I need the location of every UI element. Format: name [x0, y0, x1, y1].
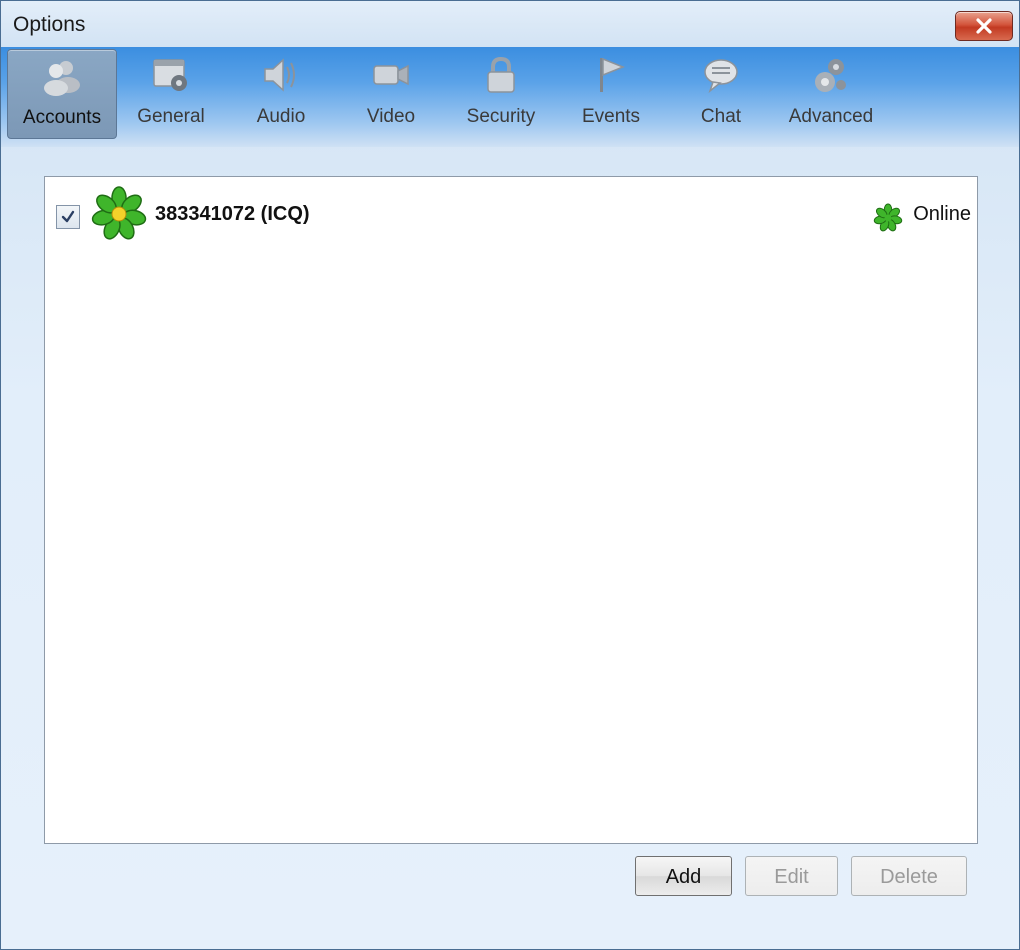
tab-accounts[interactable]: Accounts [7, 49, 117, 139]
account-name: 383341072 (ICQ) [155, 203, 310, 225]
tab-events[interactable]: Events [557, 49, 665, 137]
tab-label: General [137, 106, 205, 127]
online-status-icon [873, 203, 903, 232]
tab-label: Advanced [788, 106, 874, 127]
checkmark-icon [61, 210, 75, 223]
tab-security[interactable]: Security [447, 49, 555, 137]
tab-video[interactable]: Video [337, 49, 445, 137]
tab-label: Audio [256, 106, 306, 127]
tab-label: Accounts [22, 107, 102, 128]
title-bar[interactable]: Options [1, 1, 1019, 47]
tab-label: Events [581, 106, 641, 127]
options-toolbar: Accounts General Audio Video Security Ev… [1, 47, 1019, 147]
lock-icon [487, 56, 515, 93]
account-row[interactable]: 383341072 (ICQ) Online [45, 183, 977, 243]
tab-general[interactable]: General [117, 49, 225, 137]
icq-flower-icon [91, 186, 147, 240]
account-enabled-checkbox[interactable] [56, 205, 80, 229]
video-icon [373, 64, 409, 86]
tab-label: Video [366, 106, 416, 127]
window-title: Options [13, 13, 86, 36]
edit-button[interactable]: Edit [745, 856, 838, 896]
status-label: Online [913, 203, 971, 225]
tab-label: Security [466, 106, 536, 127]
close-icon [976, 18, 992, 34]
tab-label: Chat [700, 106, 742, 127]
tab-chat[interactable]: Chat [667, 49, 775, 137]
general-icon [153, 59, 187, 91]
flag-icon [600, 57, 626, 92]
tab-audio[interactable]: Audio [227, 49, 335, 137]
gears-icon [815, 59, 846, 92]
accounts-list[interactable]: 383341072 (ICQ) Online [44, 176, 978, 844]
account-status: Online [873, 203, 971, 233]
options-window: Options Accounts General Audio Video Sec… [0, 0, 1020, 950]
tab-advanced[interactable]: Advanced [777, 49, 885, 137]
chat-bubble-icon [704, 59, 738, 94]
add-button[interactable]: Add [635, 856, 732, 896]
accounts-icon [44, 61, 80, 96]
audio-icon [264, 58, 295, 92]
delete-button[interactable]: Delete [851, 856, 967, 896]
close-button[interactable] [955, 11, 1013, 41]
